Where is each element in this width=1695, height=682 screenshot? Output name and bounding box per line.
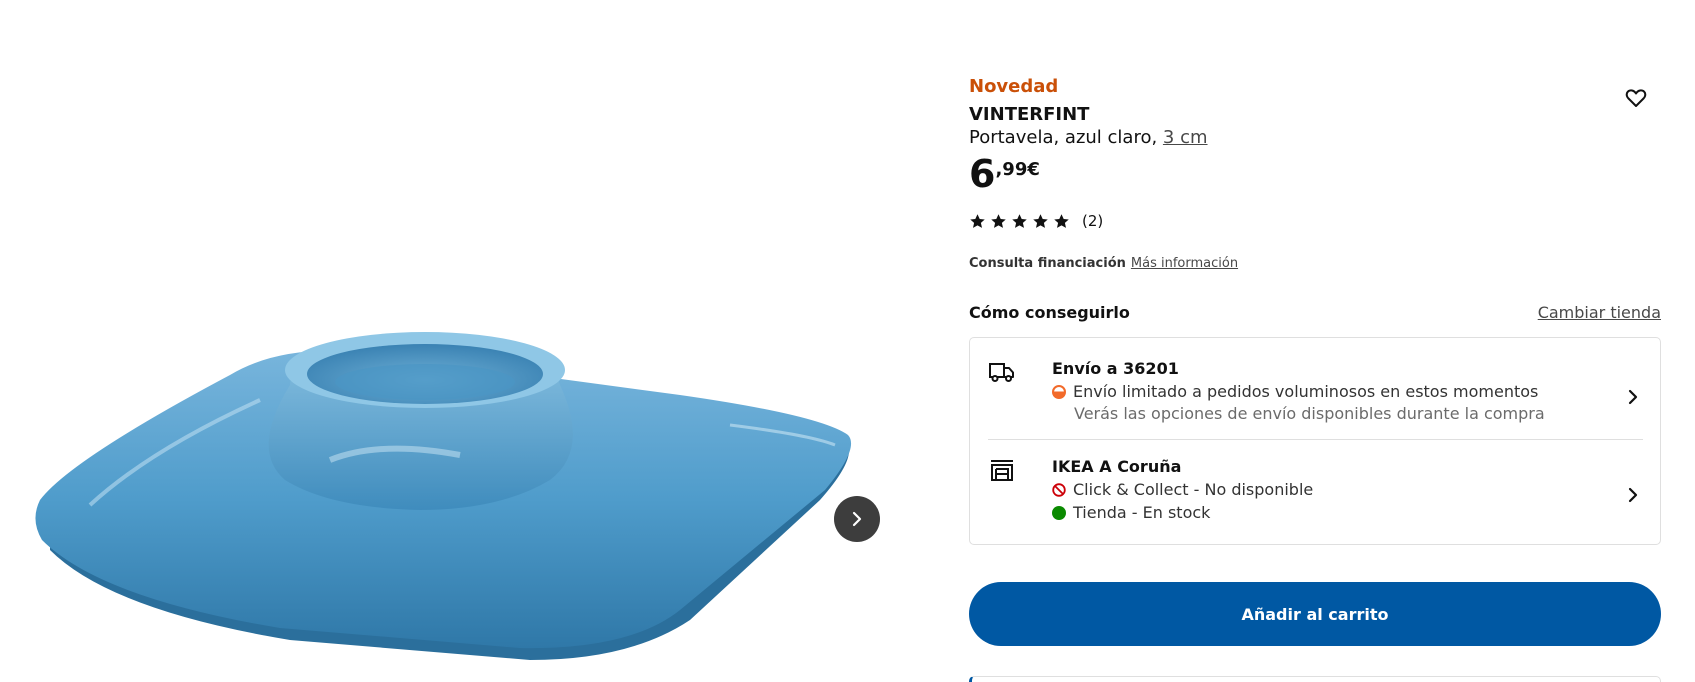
store-title: IKEA A Coruña (1052, 457, 1182, 476)
product-name: VINTERFINT (969, 104, 1090, 125)
financing-more-info-link[interactable]: Más información (1131, 256, 1238, 271)
delivery-title: Envío a 36201 (1052, 359, 1179, 378)
rating-count: (2) (1082, 212, 1104, 230)
unavailable-icon (1052, 482, 1066, 497)
heart-icon (1625, 89, 1647, 107)
in-store-text: Tienda - En stock (1073, 503, 1211, 522)
product-info-panel: Novedad VINTERFINT Portavela, azul claro… (969, 0, 1661, 682)
new-badge: Novedad (969, 76, 1059, 97)
chevron-right-icon (1628, 487, 1638, 503)
in-stock-dot (1052, 505, 1066, 520)
divider (988, 439, 1643, 440)
star-icon (1012, 213, 1027, 228)
star-icon (970, 213, 985, 228)
availability-title: Cómo conseguirlo (969, 303, 1130, 322)
add-to-cart-button[interactable]: Añadir al carrito (969, 582, 1661, 646)
in-store-status: Tienda - En stock (1052, 501, 1623, 524)
gallery-next-button[interactable] (834, 496, 880, 542)
truck-icon (989, 363, 1014, 382)
click-collect-status: Click & Collect - No disponible (1052, 478, 1623, 501)
delivery-status-text: Envío limitado a pedidos voluminosos en … (1073, 382, 1539, 401)
delivery-status: Envío limitado a pedidos voluminosos en … (1052, 380, 1623, 403)
price-integer: 6 (969, 152, 996, 196)
store-option[interactable]: IKEA A Coruña Click & Collect - No dispo… (988, 456, 1643, 534)
next-section-card (969, 676, 1661, 682)
product-gallery (0, 0, 900, 682)
change-store-link[interactable]: Cambiar tienda (1538, 303, 1661, 322)
size-link[interactable]: 3 cm (1163, 127, 1208, 148)
star-icon (1054, 213, 1069, 228)
delivery-option[interactable]: Envío a 36201 Envío limitado a pedidos v… (988, 358, 1643, 436)
product-description-text: Portavela, azul claro, (969, 127, 1163, 148)
limited-status-icon (1052, 384, 1066, 399)
favorite-button[interactable] (1624, 86, 1648, 110)
star-icon (1033, 213, 1048, 228)
chevron-right-icon (1628, 389, 1638, 405)
rating[interactable]: (2) (969, 212, 1103, 230)
delivery-note: Verás las opciones de envío disponibles … (1074, 404, 1545, 423)
star-icon (991, 213, 1006, 228)
financing-label: Consulta financiación (969, 256, 1126, 271)
click-collect-text: Click & Collect - No disponible (1073, 480, 1314, 499)
store-icon (991, 460, 1013, 481)
product-price: 6 ,99€ (969, 152, 1040, 196)
price-decimal: ,99€ (995, 159, 1040, 180)
availability-header: Cómo conseguirlo Cambiar tienda (969, 303, 1661, 322)
product-image[interactable] (30, 330, 890, 682)
chevron-right-icon (852, 511, 862, 527)
availability-card: Envío a 36201 Envío limitado a pedidos v… (969, 337, 1661, 545)
financing: Consulta financiación Más información (969, 256, 1238, 271)
product-description: Portavela, azul claro, 3 cm (969, 127, 1208, 148)
